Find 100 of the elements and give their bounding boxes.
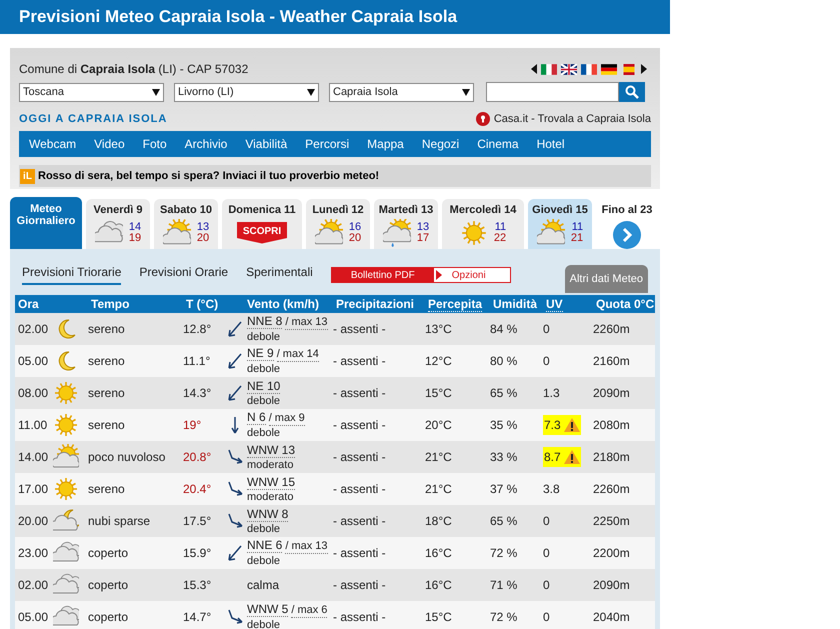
temperature-cell: 15.9° — [183, 546, 212, 560]
day-label: Fino al 23 — [602, 203, 652, 218]
previous-arrow-icon[interactable] — [531, 64, 537, 74]
search-field[interactable] — [486, 82, 619, 102]
day-tab[interactable]: Giovedì 15 11 21 — [528, 199, 592, 249]
proverb-text[interactable]: Rosso di sera, bel tempo si spera? Inviaci il tuo proverbio meteo! — [38, 168, 380, 184]
sky-cell: coperto — [88, 546, 128, 560]
next-circle-icon — [613, 220, 641, 248]
max-temp: 17 — [416, 232, 430, 244]
flag-icon[interactable] — [581, 64, 597, 74]
precipitation-cell: - assenti - — [333, 450, 386, 464]
search-button[interactable] — [619, 82, 645, 102]
column-header: Vento (km/h) — [247, 297, 320, 311]
sun-icon — [53, 476, 79, 502]
wind-strength: debole — [247, 522, 282, 536]
sky-cell: coperto — [88, 578, 128, 592]
column-header: Percepita — [428, 297, 482, 312]
day-tab[interactable]: Domenica 11 SCOPRI — [222, 199, 302, 249]
options-button[interactable]: Opzioni — [434, 268, 510, 282]
region-select[interactable]: Livorno (LI) — [174, 82, 319, 102]
temperature-cell: 14.3° — [183, 386, 212, 400]
freezing-level-cell: 2090m — [593, 386, 630, 400]
caret-icon — [462, 88, 470, 96]
max-temp: 19 — [128, 232, 142, 244]
wind-gust: / max 9 — [268, 411, 305, 426]
day-label: Martedì 13 — [378, 203, 434, 218]
forecast-tab[interactable]: Sperimentali — [246, 263, 313, 285]
region-select[interactable]: Capraia Isola — [329, 82, 474, 102]
keyhole-icon — [476, 112, 490, 126]
sun-cloud-icon — [162, 218, 191, 246]
more-days-tab[interactable]: Fino al 23 — [596, 199, 658, 249]
wind-speed: NE 10 — [247, 378, 280, 394]
day-tab[interactable]: Lunedì 12 16 20 — [306, 199, 370, 249]
min-temp: 13 — [196, 222, 210, 232]
more-data-tab[interactable]: Altri dati Meteo — [564, 265, 648, 293]
search-icon — [625, 85, 639, 99]
day-tab[interactable]: Venerdì 9 14 19 — [86, 199, 150, 249]
wind-strength: debole — [247, 330, 282, 344]
feels-like-cell: 20°C — [425, 418, 452, 432]
column-header: T (°C) — [186, 297, 218, 311]
sun-cloud-rain-icon — [382, 218, 411, 246]
precipitation-cell: - assenti - — [333, 610, 386, 624]
sun-icon — [460, 218, 488, 246]
column-header: Quota 0°C — [596, 297, 654, 311]
precipitation-cell: - assenti - — [333, 418, 386, 432]
day-label: Sabato 10 — [160, 203, 212, 218]
freezing-level-cell: 2200m — [593, 546, 630, 560]
nav-link[interactable]: Viabilità — [245, 135, 288, 153]
freezing-level-cell: 2260m — [593, 482, 630, 496]
flag-icon[interactable] — [601, 64, 617, 74]
location-text: Comune di Capraia Isola (LI) - CAP 57032 — [19, 61, 248, 78]
next-arrow-icon[interactable] — [641, 64, 647, 74]
region-select[interactable]: Toscana — [19, 82, 164, 102]
day-tab[interactable]: Martedì 13 13 17 — [374, 199, 438, 249]
sun-cloud-icon — [314, 218, 343, 246]
flag-icon[interactable] — [561, 64, 577, 74]
nav-link[interactable]: Negozi — [422, 135, 460, 153]
wind-speed: NE 9 — [247, 346, 274, 361]
freezing-level-cell: 2090m — [593, 578, 630, 592]
wind-speed: WNW 13 — [247, 442, 295, 458]
feels-like-cell: 21°C — [425, 450, 452, 464]
uv-cell: 3.8 — [543, 482, 560, 496]
precipitation-cell: - assenti - — [333, 354, 386, 368]
day-label: Giovedì 15 — [532, 203, 588, 218]
nav-link[interactable]: Foto — [142, 135, 167, 153]
warning-icon — [564, 418, 580, 432]
wind-speed: WNW 15 — [247, 474, 295, 490]
humidity-cell: 37 % — [490, 482, 518, 496]
discover-badge[interactable]: SCOPRI — [236, 222, 288, 244]
forecast-tab[interactable]: Previsioni Orarie — [139, 263, 228, 285]
nav-link[interactable]: Video — [94, 135, 125, 153]
column-header: Umidità — [493, 297, 538, 311]
casa-link[interactable]: Casa.it - Trovala a Capraia Isola — [494, 110, 651, 128]
today-link[interactable]: OGGI A CAPRAIA ISOLA — [19, 110, 168, 128]
warning-icon — [564, 450, 580, 464]
sky-cell: sereno — [88, 482, 125, 496]
nav-link[interactable]: Hotel — [536, 135, 565, 153]
feels-like-cell: 15°C — [425, 386, 452, 400]
nav-link[interactable]: Mappa — [367, 135, 404, 153]
humidity-cell: 80 % — [490, 354, 518, 368]
wind-strength: moderato — [247, 458, 294, 472]
nav-link[interactable]: Webcam — [29, 135, 76, 153]
day-tab[interactable]: Mercoledì 14 11 22 — [442, 199, 524, 249]
humidity-cell: 72 % — [490, 546, 518, 560]
nav-link[interactable]: Percorsi — [305, 135, 350, 153]
caret-icon — [152, 88, 160, 96]
forecast-tab[interactable]: Previsioni Triorarie — [22, 263, 122, 285]
nav-link[interactable]: Cinema — [477, 135, 519, 153]
day-tab[interactable]: Sabato 10 13 20 — [154, 199, 218, 249]
sky-cell: sereno — [88, 354, 125, 368]
sun-icon — [53, 380, 79, 406]
min-temp: 16 — [348, 222, 362, 232]
day-label: Lunedì 12 — [312, 203, 364, 218]
humidity-cell: 35 % — [490, 418, 518, 432]
sun-cloud-icon — [536, 218, 565, 246]
daily-tab[interactable]: Meteo Giornaliero — [10, 197, 82, 249]
uv-cell: 0 — [543, 514, 550, 528]
wind-gust: / max 13 — [285, 315, 328, 330]
nav-link[interactable]: Archivio — [184, 135, 228, 153]
time-cell: 08.00 — [18, 386, 48, 400]
